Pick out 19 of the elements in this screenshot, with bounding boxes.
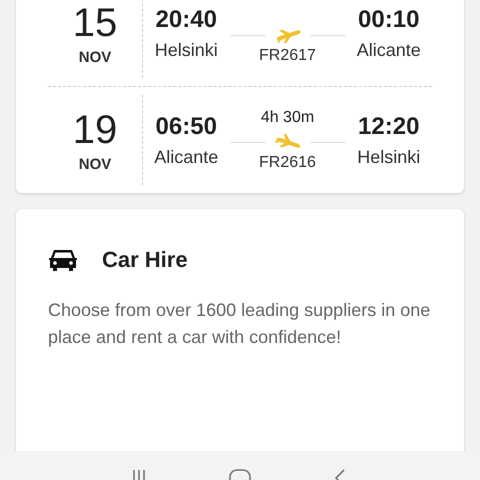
arrival-time: 12:20 <box>358 112 420 140</box>
flight-duration: 4h 30m <box>260 108 314 128</box>
arrival-city: Helsinki <box>357 146 420 168</box>
departure-city: Alicante <box>154 146 218 168</box>
flight-number: FR2616 <box>259 154 316 172</box>
day-number: 19 <box>72 108 118 152</box>
car-icon <box>48 248 78 272</box>
arrival-time: 00:10 <box>358 6 420 34</box>
departure-time: 20:40 <box>156 6 217 34</box>
flight-number: FR2617 <box>259 47 316 65</box>
arrival-city: Alicante <box>356 40 421 60</box>
month-label: NOV <box>78 156 112 172</box>
departure-time: 06:50 <box>156 112 217 140</box>
card-description: Choose from over 1600 leading suppliers in one place and rent a car with confidence! <box>48 299 432 349</box>
card-title: Car Hire <box>102 247 188 273</box>
day-number: 15 <box>72 0 118 44</box>
month-label: NOV <box>78 48 112 66</box>
car-hire-card[interactable]: Car Hire Choose from over 1600 leading suppliers in one place and rent a car with confidence! <box>16 209 464 451</box>
departure-city: Helsinki <box>154 40 218 60</box>
